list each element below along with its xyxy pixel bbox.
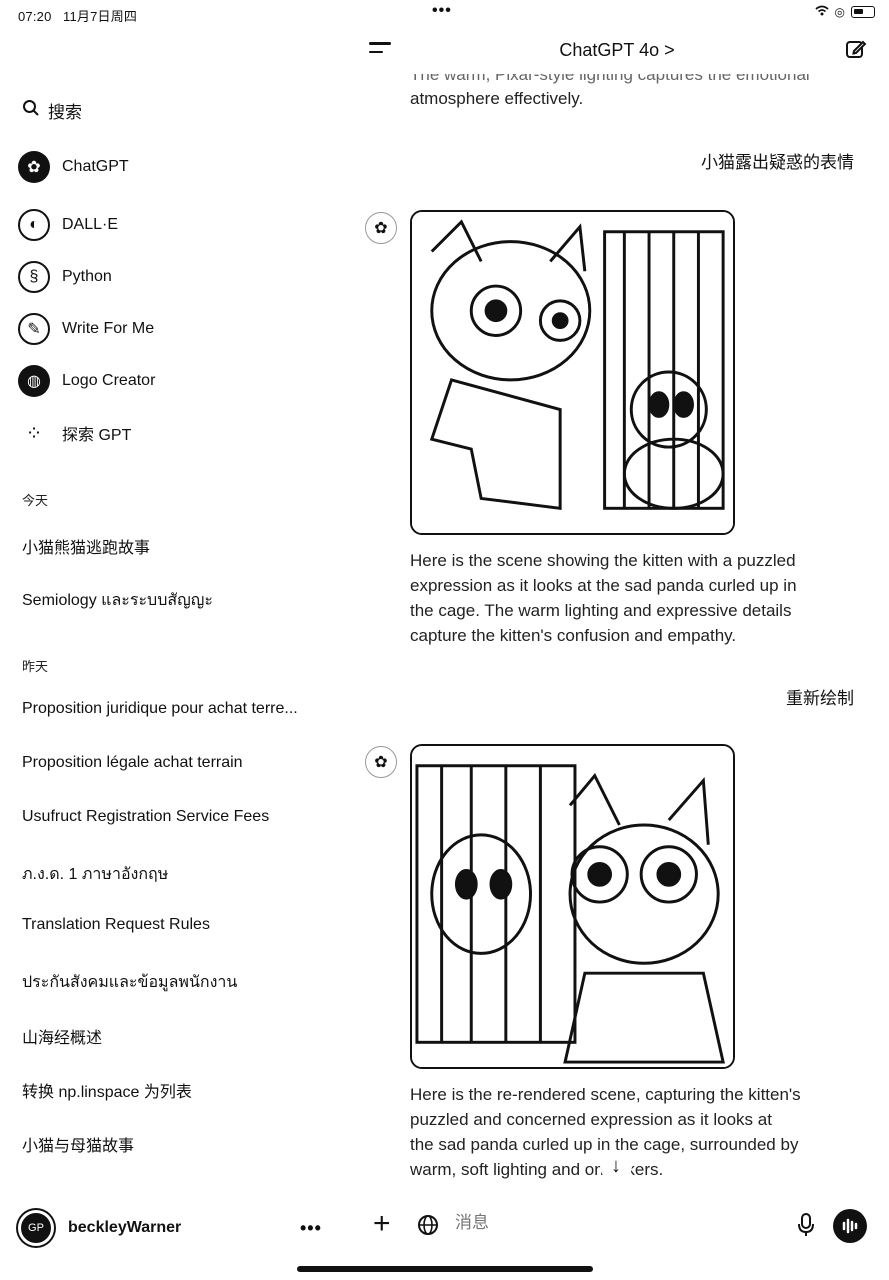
status-icons: ◎ [814, 5, 875, 19]
assistant-message-text: puzzled and concerned expression as it l… [410, 1110, 772, 1129]
sidebar-item-explore-gpt[interactable]: ⁘ 探索 GPT [18, 416, 132, 450]
assistant-message-text: Here is the scene showing the kitten wit… [410, 551, 796, 570]
microphone-icon[interactable] [797, 1213, 815, 1243]
location-icon: ◎ [834, 5, 845, 19]
assistant-avatar-icon: ✿ [365, 746, 397, 778]
logo-creator-icon: ◍ [18, 365, 50, 397]
sidebar-item-dalle[interactable]: ◐ DALL·E [18, 208, 118, 242]
section-yesterday: 昨天 [22, 659, 49, 674]
more-options-button[interactable]: ••• [300, 1218, 322, 1239]
assistant-avatar-icon: ✿ [365, 212, 397, 244]
chat-pane: ChatGPT 4o > The warm, Pixar-style light… [345, 28, 889, 1280]
pen-icon: ✎ [18, 313, 50, 345]
chat-history-item[interactable]: 转换 np.linspace 为列表 [22, 1078, 327, 1102]
sidebar-item-chatgpt[interactable]: ✿ ChatGPT [18, 150, 129, 184]
username: beckleyWarner [68, 1219, 182, 1236]
account-button[interactable]: GP beckleyWarner [18, 1210, 181, 1246]
status-bar: 07:20 11月7日周四 ••• ◎ [0, 0, 889, 28]
sidebar-item-write-for-me[interactable]: ✎ Write For Me [18, 312, 154, 346]
voice-mode-icon[interactable] [833, 1209, 867, 1243]
sidebar-item-label: Write For Me [62, 320, 155, 337]
chatgpt-logo-icon: ✿ [18, 151, 50, 183]
home-indicator[interactable] [297, 1266, 593, 1272]
sidebar-item-python[interactable]: § Python [18, 260, 112, 294]
message-composer: + [345, 1203, 889, 1253]
chat-history-item[interactable]: Semiology และระบบสัญญะ [22, 588, 327, 613]
scroll-down-icon[interactable]: ↓ [600, 1150, 632, 1182]
assistant-message-text: expression as it looks at the sad panda … [410, 576, 797, 595]
chat-header: ChatGPT 4o > [345, 28, 889, 74]
chat-history-item[interactable]: 山海经概述 [22, 1024, 327, 1048]
user-message: 重新绘制 [786, 689, 854, 708]
sidebar-item-logo-creator[interactable]: ◍ Logo Creator [18, 364, 155, 398]
assistant-message-text: capture the kitten's confusion and empat… [410, 626, 737, 645]
sidebar-item-label: ChatGPT [62, 158, 129, 175]
chat-history-item[interactable]: ประกันสังคมและข้อมูลพนักงาน [22, 970, 327, 995]
chat-history-item[interactable]: 小猫与母猫故事 [22, 1132, 327, 1156]
search-label: 搜索 [48, 103, 82, 122]
sidebar-item-label: DALL·E [62, 216, 119, 233]
chat-history-item[interactable]: Proposition juridique pour achat terre..… [22, 700, 327, 718]
sidebar: 搜索 ✿ ChatGPT ◐ DALL·E § Python ✎ Write F… [0, 28, 345, 1280]
wifi-icon [814, 5, 829, 19]
assistant-message-text: the cage. The warm lighting and expressi… [410, 601, 792, 620]
sidebar-item-label: 探索 GPT [62, 427, 132, 444]
sidebar-item-label: Python [62, 268, 112, 285]
python-icon: § [18, 261, 50, 293]
dalle-icon: ◐ [18, 209, 50, 241]
generated-image-kitten-rerendered[interactable] [410, 744, 735, 1069]
multitasking-dots[interactable]: ••• [432, 2, 452, 20]
assistant-message-text: atmosphere effectively. [410, 89, 584, 108]
globe-icon[interactable] [417, 1214, 439, 1242]
search-icon [22, 99, 40, 122]
chat-history-item[interactable]: 小猫熊猫逃跑故事 [22, 534, 327, 558]
section-today: 今天 [22, 493, 49, 508]
new-chat-icon[interactable] [845, 38, 867, 66]
battery-icon [851, 6, 875, 18]
message-input[interactable] [455, 1213, 785, 1233]
explore-grid-icon: ⁘ [25, 422, 43, 445]
generated-image-kitten-puzzled[interactable] [410, 210, 735, 535]
assistant-message-text: the sad panda curled up in the cage, sur… [410, 1135, 799, 1154]
chat-history-item[interactable]: Usufruct Registration Service Fees [22, 808, 327, 826]
avatar: GP [18, 1210, 54, 1246]
chat-history-item[interactable]: ภ.ง.ด. 1 ภาษาอังกฤษ [22, 862, 327, 887]
chat-history-item[interactable]: Translation Request Rules [22, 916, 327, 934]
sidebar-item-label: Logo Creator [62, 372, 156, 389]
chat-history-item[interactable]: Proposition légale achat terrain [22, 754, 327, 772]
sidebar-search[interactable]: 搜索 [22, 98, 82, 123]
status-time: 07:20 11月7日周四 [18, 9, 138, 24]
user-message: 小猫露出疑惑的表情 [701, 153, 854, 172]
assistant-message-text: Here is the re-rendered scene, capturing… [410, 1085, 801, 1104]
attach-plus-icon[interactable]: + [373, 1207, 391, 1241]
model-selector[interactable]: ChatGPT 4o > [345, 40, 889, 61]
